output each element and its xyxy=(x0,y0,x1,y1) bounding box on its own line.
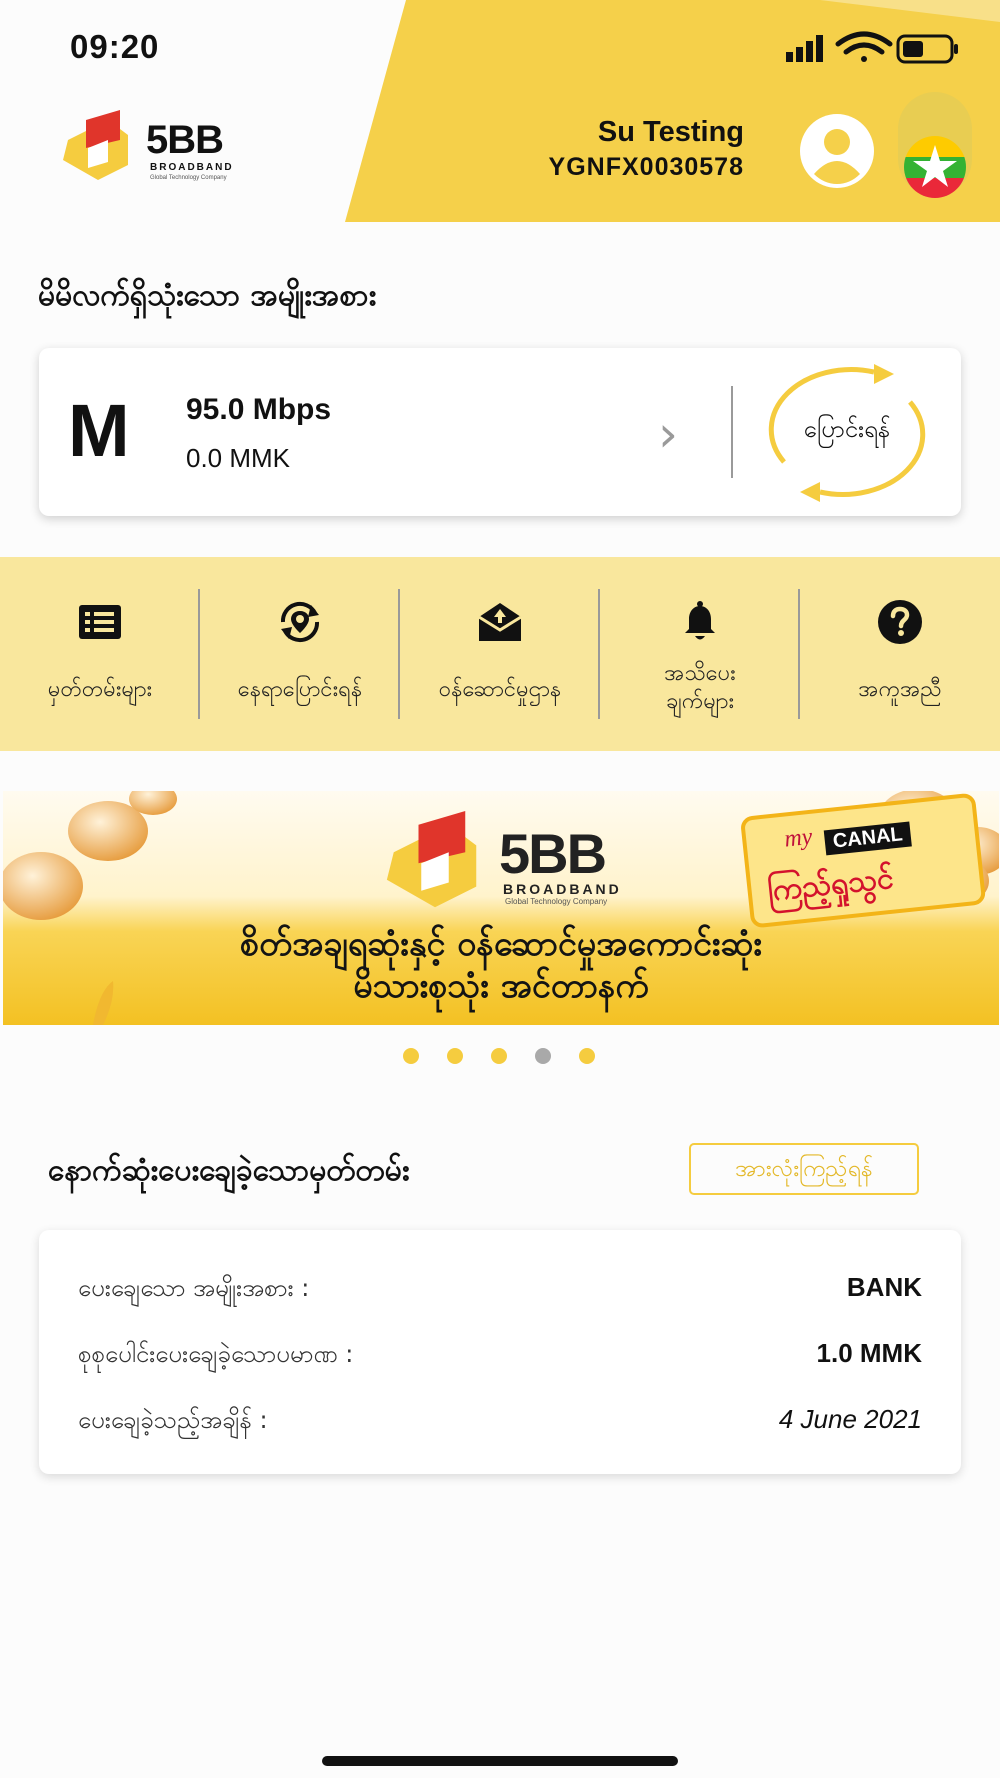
user-name: Su Testing xyxy=(597,116,744,148)
quick-action-label: အကူအညီ xyxy=(858,677,942,702)
payment-history-title: နောက်ဆုံးပေးချေခဲ့သောမှတ်တမ်း xyxy=(48,1153,410,1188)
list-icon xyxy=(79,605,121,639)
battery-icon xyxy=(896,34,958,64)
quick-action-label: မှတ်တမ်းများ xyxy=(47,677,153,702)
plan-letter: M xyxy=(68,389,130,472)
logo-tagline: Global Technology Company xyxy=(150,175,227,181)
relocate-icon xyxy=(280,601,320,643)
payment-amount-value: 1.0 MMK xyxy=(816,1338,922,1368)
carousel-dot[interactable] xyxy=(403,1048,419,1064)
wifi-icon xyxy=(835,31,893,62)
change-plan-button[interactable]: ပြောင်းရန် xyxy=(754,413,940,449)
quick-action-service-center[interactable]: ဝန်ဆောင်မှုဌာန xyxy=(400,557,600,751)
quick-action-relocate[interactable]: နေရာပြောင်းရန် xyxy=(200,557,400,751)
carousel-dot[interactable] xyxy=(447,1048,463,1064)
profile-icon[interactable] xyxy=(800,114,874,188)
carousel-dot[interactable] xyxy=(491,1048,507,1064)
quick-action-label: ဝန်ဆောင်မှုဌာန xyxy=(438,677,562,702)
home-indicator[interactable] xyxy=(322,1756,678,1766)
service-center-icon xyxy=(478,603,522,641)
plan-price: 0.0 MMK xyxy=(186,443,291,473)
view-all-button[interactable]: အားလုံးကြည့်ရန် xyxy=(689,1143,919,1195)
payment-type-label: ပေးချေသော အမျိုးအစား : xyxy=(78,1274,310,1302)
quick-action-notifications[interactable]: အသိပေး ချက်များ xyxy=(600,557,800,751)
banner-headline-2: မိသားစုသုံး အင်တာနက် xyxy=(353,966,649,1006)
logo-mark xyxy=(63,110,128,180)
signal-icon xyxy=(786,35,823,62)
payment-amount-label: စုစုပေါင်းပေးချေခဲ့သောပမာဏ : xyxy=(78,1340,354,1368)
status-time: 09:20 xyxy=(70,28,160,65)
carousel-dot[interactable] xyxy=(579,1048,595,1064)
quick-action-label-line1: အသိပေး xyxy=(664,661,736,686)
quick-action-label: နေရာပြောင်းရန် xyxy=(237,677,363,702)
banner-logo-text: 5BB xyxy=(499,822,607,885)
payment-date-value: 4 June 2021 xyxy=(778,1404,922,1434)
quick-action-records[interactable]: မှတ်တမ်းများ xyxy=(0,557,200,751)
brand-logo: 5BB BROADBAND Global Technology Company xyxy=(58,110,248,190)
payment-date-label: ပေးချေခဲ့သည့်အချိန် : xyxy=(78,1406,268,1434)
canal-badge: my CANAL ကြည့်ရှုသွင် xyxy=(739,792,987,929)
carousel-dot-active[interactable] xyxy=(535,1048,551,1064)
canal-badge-top: my xyxy=(783,823,814,853)
promo-banner[interactable]: 5BB BROADBAND Global Technology Company … xyxy=(3,791,999,1025)
user-id: YGNFX0030578 xyxy=(548,153,744,181)
logo-text: 5BB xyxy=(146,118,224,162)
quick-action-help[interactable]: အကူအညီ xyxy=(800,557,1000,751)
bell-icon xyxy=(685,601,715,640)
payment-type-value: BANK xyxy=(846,1272,922,1302)
banner-logo-mark xyxy=(386,811,477,908)
status-icons xyxy=(786,31,958,64)
myanmar-flag-icon[interactable] xyxy=(904,136,966,198)
quick-action-label-line2: ချက်များ xyxy=(665,689,735,714)
help-icon xyxy=(878,600,922,644)
logo-subtext: BROADBAND xyxy=(150,162,234,173)
plan-divider xyxy=(731,386,733,478)
banner-logo-subtext: BROADBAND xyxy=(503,881,622,897)
chevron-right-icon[interactable]: › xyxy=(658,405,678,463)
current-plan-title: မိမိလက်ရှိသုံးသော အမျိုးအစား xyxy=(38,278,377,313)
banner-logo-tagline: Global Technology Company xyxy=(505,897,608,906)
plan-speed: 95.0 Mbps xyxy=(186,393,332,426)
